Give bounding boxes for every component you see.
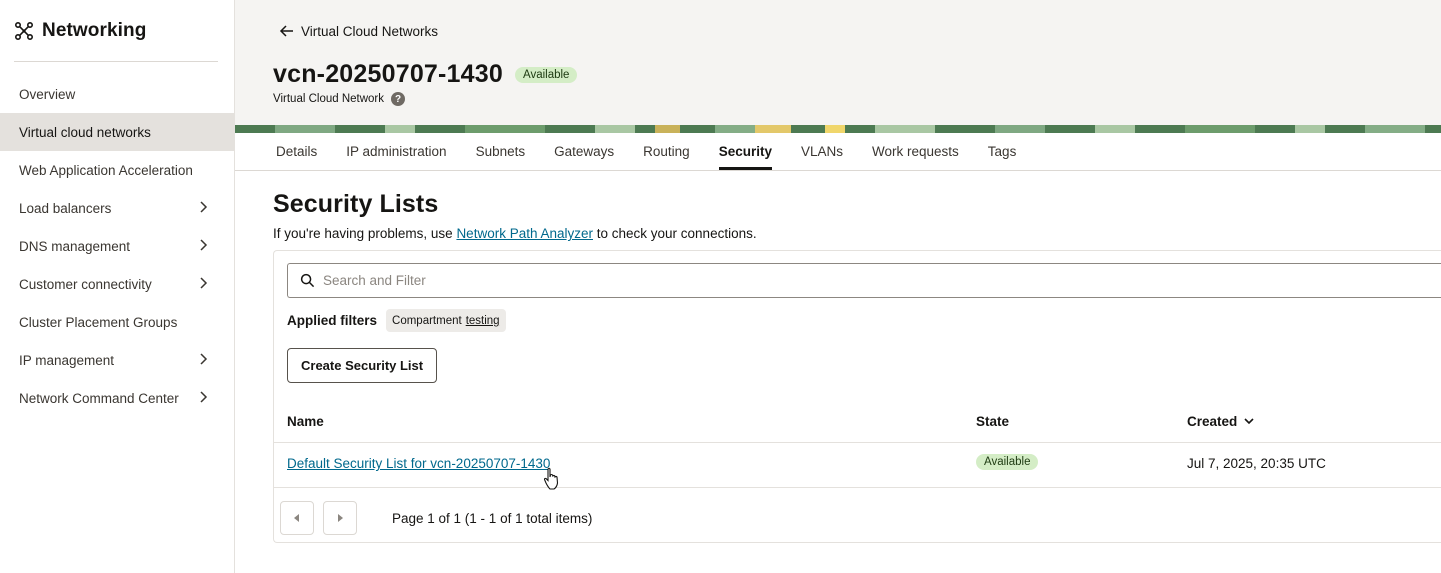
column-header-name[interactable]: Name [287, 414, 324, 429]
tab-routing[interactable]: Routing [643, 133, 690, 170]
sidebar-item-virtual-cloud-networks[interactable]: Virtual cloud networks [0, 113, 234, 151]
sidebar-item-label: Cluster Placement Groups [19, 314, 178, 330]
decorative-banner [235, 125, 1441, 133]
sidebar-item-label: DNS management [19, 238, 131, 254]
filter-chip-compartment[interactable]: Compartment testing [386, 309, 506, 332]
chevron-right-icon [200, 201, 208, 213]
applied-filters-label: Applied filters [287, 313, 378, 328]
security-lists-panel: Search and Filter Applied filters Compar… [273, 250, 1441, 543]
caret-right-icon [338, 514, 343, 522]
sidebar-item-ip-management[interactable]: IP management [0, 341, 234, 379]
caret-left-icon [294, 514, 299, 522]
chevron-right-icon [200, 277, 208, 289]
sidebar-item-label: Load balancers [19, 200, 112, 216]
previous-page-button[interactable] [280, 501, 314, 535]
hand-cursor-icon [543, 467, 559, 490]
sidebar-item-customer-connectivity[interactable]: Customer connectivity [0, 265, 234, 303]
row-state-badge: Available [976, 454, 1039, 470]
table-row: Default Security List for vcn-20250707-1… [274, 444, 1441, 488]
network-path-analyzer-link[interactable]: Network Path Analyzer [456, 226, 593, 241]
security-list-link[interactable]: Default Security List for vcn-20250707-1… [287, 456, 550, 471]
tab-security[interactable]: Security [718, 133, 772, 170]
row-name-cell: Default Security List for vcn-20250707-1… [287, 456, 550, 471]
search-icon [300, 273, 315, 288]
sidebar-title: Networking [42, 19, 147, 41]
tab-ip-administration[interactable]: IP administration [346, 133, 446, 170]
page-header: Virtual Cloud Networks vcn-20250707-1430… [235, 0, 1441, 125]
next-page-button[interactable] [323, 501, 357, 535]
filter-chip-value[interactable]: testing [466, 315, 500, 327]
chevron-right-icon [200, 239, 208, 251]
help-icon[interactable]: ? [391, 92, 406, 106]
sidebar-item-label: Overview [19, 86, 76, 102]
banner-pattern [235, 125, 1441, 133]
security-lists-section: Security Lists If you're having problems… [273, 190, 1441, 543]
tab-vlans[interactable]: VLANs [801, 133, 843, 170]
sort-descending-icon[interactable] [1243, 415, 1255, 427]
resource-type-label: Virtual Cloud Network [273, 93, 385, 105]
sidebar-item-cluster-placement-groups[interactable]: Cluster Placement Groups [0, 303, 234, 341]
tab-work-requests[interactable]: Work requests [872, 133, 959, 170]
tab-bar: Details IP administration Subnets Gatewa… [235, 133, 1441, 171]
tab-subnets[interactable]: Subnets [476, 133, 526, 170]
sidebar-item-network-command-center[interactable]: Network Command Center [0, 379, 234, 417]
row-created-cell: Jul 7, 2025, 20:35 UTC [1187, 456, 1326, 471]
sidebar-item-overview[interactable]: Overview [0, 75, 234, 113]
create-security-list-button[interactable]: Create Security List [287, 348, 438, 383]
page-title: vcn-20250707-1430 [273, 60, 503, 88]
sidebar-item-label: Virtual cloud networks [19, 124, 151, 140]
chevron-right-icon [200, 353, 208, 365]
search-placeholder: Search and Filter [323, 273, 426, 288]
back-link[interactable]: Virtual Cloud Networks [279, 23, 438, 39]
sidebar-header: Networking [14, 0, 218, 62]
pagination-text: Page 1 of 1 (1 - 1 of 1 total items) [392, 510, 593, 526]
status-badge: Available [514, 66, 578, 83]
search-input[interactable]: Search and Filter [287, 263, 1441, 298]
section-title: Security Lists [273, 190, 439, 218]
sidebar-nav: Overview Virtual cloud networks Web Appl… [0, 75, 234, 417]
column-header-created[interactable]: Created [1187, 414, 1255, 429]
sidebar: Networking Overview Virtual cloud networ… [0, 0, 235, 573]
pagination: Page 1 of 1 (1 - 1 of 1 total items) [280, 501, 592, 535]
sidebar-item-dns-management[interactable]: DNS management [0, 227, 234, 265]
back-link-label: Virtual Cloud Networks [301, 23, 439, 39]
main-content: Virtual Cloud Networks vcn-20250707-1430… [235, 0, 1441, 573]
sidebar-item-label: Network Command Center [19, 390, 179, 406]
tab-gateways[interactable]: Gateways [554, 133, 614, 170]
sidebar-item-web-application-acceleration[interactable]: Web Application Acceleration [0, 151, 234, 189]
tab-details[interactable]: Details [276, 133, 317, 170]
resource-type: Virtual Cloud Network ? [273, 92, 406, 106]
arrow-left-icon [279, 25, 293, 37]
filter-chip-key: Compartment [392, 315, 462, 327]
tab-tags[interactable]: Tags [988, 133, 1017, 170]
sidebar-item-label: IP management [19, 352, 115, 368]
sidebar-item-label: Web Application Acceleration [19, 162, 193, 178]
chevron-right-icon [200, 391, 208, 403]
column-header-state[interactable]: State [976, 414, 1009, 429]
help-text-suffix: to check your connections. [593, 226, 757, 241]
sidebar-item-label: Customer connectivity [19, 276, 152, 292]
help-text-prefix: If you're having problems, use [273, 226, 457, 241]
column-header-created-label: Created [1187, 414, 1238, 429]
section-help-text: If you're having problems, use Network P… [273, 226, 1441, 241]
title-row: vcn-20250707-1430 Available [273, 60, 578, 89]
sidebar-item-load-balancers[interactable]: Load balancers [0, 189, 234, 227]
networking-icon [14, 21, 34, 40]
applied-filters: Applied filters Compartment testing [287, 309, 506, 332]
table-header: Name State Created [274, 401, 1441, 443]
